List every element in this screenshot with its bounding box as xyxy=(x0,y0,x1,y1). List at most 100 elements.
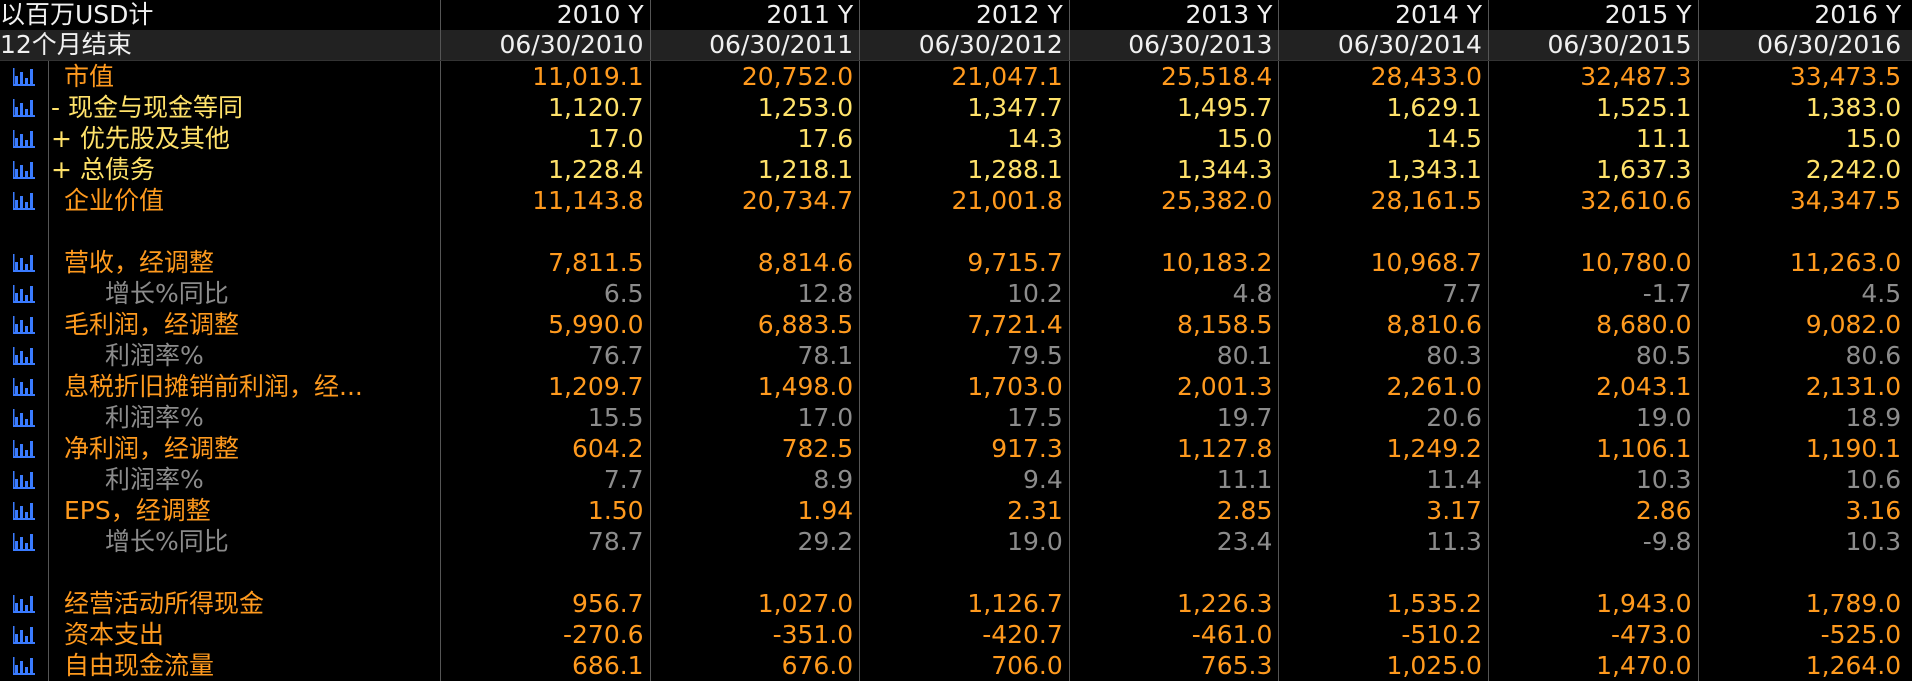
bar-chart-icon[interactable] xyxy=(0,154,49,185)
spacer-row xyxy=(0,557,1912,588)
value-cell: 1,383.0 xyxy=(1697,92,1908,123)
value-cell: 604.2 xyxy=(440,433,650,464)
financial-table: 以百万USD计 2010 Y 2011 Y 2012 Y 2013 Y 2014… xyxy=(0,0,1912,681)
value-cell: 1,120.7 xyxy=(440,92,650,123)
value-cell: 28,433.0 xyxy=(1278,61,1488,92)
value-cell: 10.3 xyxy=(1487,464,1698,495)
value-cell: 11.4 xyxy=(1278,464,1488,495)
year-header[interactable]: 2011 Y xyxy=(649,0,860,30)
table-row: 企业价值 11,143.8 20,734.7 21,001.8 25,382.0 28,1… xyxy=(0,185,1912,216)
bar-chart-icon[interactable] xyxy=(0,309,49,340)
value-cell: 33,473.5 xyxy=(1697,61,1908,92)
year-header[interactable]: 2015 Y xyxy=(1487,0,1698,30)
bar-chart-icon[interactable] xyxy=(0,588,49,619)
spacer-cell xyxy=(1697,216,1908,247)
value-cell: 1,344.3 xyxy=(1068,154,1279,185)
bar-chart-icon[interactable] xyxy=(0,495,49,526)
row-label: 利润率% xyxy=(105,341,204,370)
spacer-cell xyxy=(1278,216,1488,247)
value-cell: 17.0 xyxy=(440,123,650,154)
value-cell: 1,106.1 xyxy=(1487,433,1698,464)
value-cell: 2.85 xyxy=(1068,495,1279,526)
value-cell: 14.3 xyxy=(859,123,1069,154)
value-cell: 1,288.1 xyxy=(859,154,1069,185)
value-cell: 32,487.3 xyxy=(1487,61,1698,92)
value-cell: 17.0 xyxy=(649,402,860,433)
year-header[interactable]: 2014 Y xyxy=(1278,0,1488,30)
bar-chart-icon[interactable] xyxy=(0,650,49,681)
bar-chart-icon[interactable] xyxy=(0,464,49,495)
spacer-label xyxy=(49,557,440,588)
value-cell: -9.8 xyxy=(1487,526,1698,557)
date-header: 06/30/2015 xyxy=(1487,30,1698,60)
value-cell: 15.0 xyxy=(1068,123,1279,154)
spacer-cell xyxy=(1068,216,1279,247)
value-cell: 32,610.6 xyxy=(1487,185,1698,216)
value-cell: 765.3 xyxy=(1068,650,1279,681)
date-header: 06/30/2012 xyxy=(859,30,1069,60)
table-row: + 总债务 1,228.4 1,218.1 1,288.1 1,344.3 1,343.1… xyxy=(0,154,1912,185)
value-cell: 17.6 xyxy=(649,123,860,154)
value-cell: 1,525.1 xyxy=(1487,92,1698,123)
value-cell: 11.1 xyxy=(1068,464,1279,495)
spacer-row xyxy=(0,216,1912,247)
date-header: 06/30/2011 xyxy=(649,30,860,60)
value-cell: 8,814.6 xyxy=(649,247,860,278)
value-cell: 15.5 xyxy=(440,402,650,433)
value-cell: -270.6 xyxy=(440,619,650,650)
bar-chart-icon[interactable] xyxy=(0,526,49,557)
year-header[interactable]: 2013 Y xyxy=(1068,0,1279,30)
value-cell: 1,209.7 xyxy=(440,371,650,402)
value-cell: 10.2 xyxy=(859,278,1069,309)
value-cell: 19.0 xyxy=(859,526,1069,557)
value-cell: 8,810.6 xyxy=(1278,309,1488,340)
value-cell: 7.7 xyxy=(1278,278,1488,309)
value-cell: 5,990.0 xyxy=(440,309,650,340)
value-cell: 29.2 xyxy=(649,526,860,557)
spacer-cell xyxy=(1487,216,1698,247)
value-cell: 2,131.0 xyxy=(1697,371,1908,402)
bar-chart-icon[interactable] xyxy=(0,371,49,402)
value-cell: 956.7 xyxy=(440,588,650,619)
value-cell: 4.8 xyxy=(1068,278,1279,309)
bar-chart-icon[interactable] xyxy=(0,185,49,216)
bar-chart-icon[interactable] xyxy=(0,340,49,371)
value-cell: -525.0 xyxy=(1697,619,1908,650)
table-row: 净利润，经调整 604.2 782.5 917.3 1,127.8 1,249.2 1,10… xyxy=(0,433,1912,464)
value-cell: 1,637.3 xyxy=(1487,154,1698,185)
spacer-cell xyxy=(1697,557,1908,588)
value-cell: 8,158.5 xyxy=(1068,309,1279,340)
bar-chart-icon[interactable] xyxy=(0,278,49,309)
table-row: 增长%同比 6.5 12.8 10.2 4.8 7.7 -1.7 4.5 xyxy=(0,278,1912,309)
value-cell: 19.0 xyxy=(1487,402,1698,433)
value-cell: 1,218.1 xyxy=(649,154,860,185)
bar-chart-icon[interactable] xyxy=(0,92,49,123)
year-header[interactable]: 2012 Y xyxy=(859,0,1069,30)
year-header[interactable]: 2010 Y xyxy=(440,0,650,30)
bar-chart-icon[interactable] xyxy=(0,247,49,278)
date-header: 06/30/2014 xyxy=(1278,30,1488,60)
row-label: 毛利润，经调整 xyxy=(64,310,240,339)
bar-chart-icon[interactable] xyxy=(0,433,49,464)
table-row: 营收，经调整 7,811.5 8,814.6 9,715.7 10,183.2 10,96… xyxy=(0,247,1912,278)
value-cell: 25,382.0 xyxy=(1068,185,1279,216)
spacer-cell xyxy=(649,557,860,588)
bar-chart-icon[interactable] xyxy=(0,61,49,92)
value-cell: 2.31 xyxy=(859,495,1069,526)
bar-chart-icon[interactable] xyxy=(0,402,49,433)
table-row: 毛利润，经调整 5,990.0 6,883.5 7,721.4 8,158.5 8,810… xyxy=(0,309,1912,340)
bar-chart-icon[interactable] xyxy=(0,619,49,650)
row-label: 增长%同比 xyxy=(105,527,229,556)
value-cell: 21,047.1 xyxy=(859,61,1069,92)
row-label: 企业价值 xyxy=(64,186,165,215)
year-header[interactable]: 2016 Y xyxy=(1697,0,1908,30)
value-cell: -510.2 xyxy=(1278,619,1488,650)
bar-chart-icon[interactable] xyxy=(0,123,49,154)
value-cell: 1,470.0 xyxy=(1487,650,1698,681)
value-cell: 20,752.0 xyxy=(649,61,860,92)
value-cell: 2,261.0 xyxy=(1278,371,1488,402)
table-body: 市值 11,019.1 20,752.0 21,047.1 25,518.4 28,433… xyxy=(0,61,1912,681)
value-cell: 76.7 xyxy=(440,340,650,371)
value-cell: 15.0 xyxy=(1697,123,1908,154)
table-row: 自由现金流量 686.1 676.0 706.0 765.3 1,025.0 1,470.0… xyxy=(0,650,1912,681)
